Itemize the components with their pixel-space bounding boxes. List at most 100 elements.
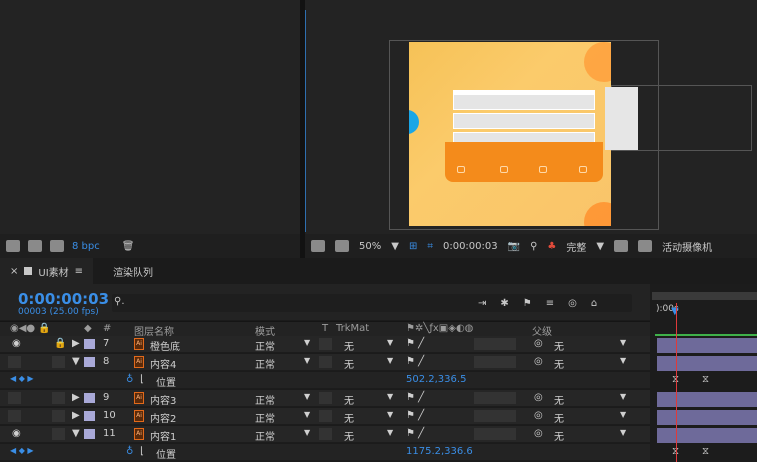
interpret-footage-icon[interactable] — [6, 240, 20, 252]
layer-name[interactable]: 内容1 — [150, 428, 176, 443]
pickwhip-icon[interactable]: ◎ — [534, 410, 543, 421]
parent-select[interactable]: 无 — [554, 392, 564, 407]
chevron-down-icon[interactable]: ▼ — [387, 356, 393, 365]
switch-cells[interactable] — [474, 356, 516, 368]
playhead-line[interactable] — [676, 303, 677, 462]
tab-ui-materials[interactable]: × UI素材 ≡ — [0, 258, 94, 284]
mode-select[interactable]: 正常 — [255, 338, 275, 353]
eye-icon[interactable]: ◉ — [12, 338, 21, 349]
bpc-label[interactable]: 8 bpc — [72, 241, 100, 252]
transparency-grid-icon[interactable] — [638, 240, 653, 252]
chevron-down-icon[interactable]: ▼ — [387, 428, 393, 437]
trkmat-select[interactable]: 无 — [344, 392, 354, 407]
layer-duration-bar[interactable] — [657, 392, 757, 407]
pickwhip-icon[interactable]: ◎ — [534, 428, 543, 439]
eye-icon[interactable] — [8, 410, 21, 422]
t-switch[interactable] — [319, 392, 332, 404]
chevron-down-icon[interactable]: ▼ — [620, 410, 626, 419]
pickwhip-icon[interactable]: ◎ — [534, 356, 543, 367]
eye-icon[interactable]: ◉ — [12, 428, 21, 439]
shy-icon[interactable]: ⚑ ╱ — [406, 338, 424, 349]
layer-name[interactable]: 内容3 — [150, 392, 176, 407]
chevron-down-icon[interactable]: ▼ — [304, 410, 310, 419]
lock-icon[interactable] — [52, 392, 65, 404]
layer-duration-bar[interactable] — [657, 410, 757, 425]
mode-select[interactable]: 正常 — [255, 392, 275, 407]
table-row[interactable]: ◉ 🔒 ▶ 7 Ai 橙色底 正常 ▼ 无 ▼ ⚑ ╱ ◎ 无 ▼ — [0, 336, 650, 353]
parent-select[interactable]: 无 — [554, 356, 564, 371]
table-row[interactable]: ▶ 10 Ai 内容2 正常 ▼ 无 ▼ ⚑ ╱ ◎ 无 ▼ — [0, 408, 650, 425]
zoom-dropdown[interactable]: 50% — [359, 241, 381, 252]
t-switch[interactable] — [319, 356, 332, 368]
expand-icon[interactable]: ▶ — [72, 392, 80, 403]
close-icon[interactable]: × — [10, 266, 18, 277]
table-row[interactable]: ◉ ▼ 11 Ai 内容1 正常 ▼ 无 ▼ ⚑ ╱ ◎ 无 ▼ — [0, 426, 650, 443]
trkmat-select[interactable]: 无 — [344, 356, 354, 371]
eye-icon[interactable] — [8, 392, 21, 404]
chevron-down-icon[interactable]: ▼ — [387, 410, 393, 419]
chevron-down-icon[interactable]: ▼ — [620, 392, 626, 401]
label-color[interactable] — [84, 339, 95, 349]
monitor-icon[interactable] — [335, 240, 349, 252]
chevron-down-icon[interactable]: ▼ — [304, 428, 310, 437]
tab-render-queue[interactable]: 渲染队列 — [93, 258, 163, 284]
t-switch[interactable] — [319, 410, 332, 422]
channel-icon[interactable]: ♣ — [547, 241, 556, 252]
property-row[interactable]: ◀ ◆ ▶ ♁ ⌊ 位置 1175.2,336.6 — [0, 444, 650, 461]
always-preview-icon[interactable] — [311, 240, 325, 252]
lock-icon[interactable] — [52, 356, 65, 368]
col-t[interactable]: T — [322, 323, 328, 334]
menu-icon[interactable]: ≡ — [75, 266, 83, 277]
pickwhip-icon[interactable]: ◎ — [534, 338, 543, 349]
eye-icon[interactable] — [8, 356, 21, 368]
camera-dropdown[interactable]: 活动摄像机 — [662, 239, 712, 254]
label-color[interactable] — [84, 429, 95, 439]
shy-icon[interactable]: ⚑ ╱ — [406, 428, 424, 439]
viewer-timecode[interactable]: 0:00:00:03 — [443, 241, 498, 252]
layer-duration-bar[interactable] — [657, 338, 757, 353]
lock-icon[interactable] — [52, 410, 65, 422]
layer-duration-bar[interactable] — [657, 428, 757, 443]
label-color[interactable] — [84, 393, 95, 403]
graph-icon[interactable]: ⌊ — [140, 446, 144, 457]
new-folder-icon[interactable] — [28, 240, 42, 252]
mask-icon[interactable]: ⌗ — [427, 241, 433, 252]
parent-select[interactable]: 无 — [554, 428, 564, 443]
mode-select[interactable]: 正常 — [255, 410, 275, 425]
snapshot-icon[interactable]: 📷 — [508, 241, 520, 252]
chevron-down-icon[interactable]: ▼ — [304, 392, 310, 401]
chevron-down-icon[interactable]: ▼ — [391, 241, 399, 252]
work-area-bar[interactable] — [652, 292, 757, 300]
current-time[interactable]: 0:00:00:03 — [18, 290, 109, 308]
switch-cells[interactable] — [474, 392, 516, 404]
chevron-down-icon[interactable]: ▼ — [387, 392, 393, 401]
chevron-down-icon[interactable]: ▼ — [620, 428, 626, 437]
expand-icon[interactable]: ▶ — [72, 338, 80, 349]
shy-icon[interactable]: ⚑ ╱ — [406, 356, 424, 367]
keyframe-nav-icon[interactable]: ◀ ◆ ▶ — [10, 374, 34, 383]
keyframe-icon[interactable]: ⧖ — [702, 446, 709, 457]
ui-card[interactable] — [445, 86, 603, 182]
stopwatch-icon[interactable]: ♁ — [126, 446, 133, 457]
timeline-switch-icons[interactable]: ⇥✱⚑≡◎⌂ — [478, 298, 611, 309]
chevron-down-icon[interactable]: ▼ — [387, 338, 393, 347]
show-snapshot-icon[interactable]: ⚲ — [530, 241, 537, 252]
mode-select[interactable]: 正常 — [255, 428, 275, 443]
lock-icon[interactable] — [52, 428, 65, 440]
chevron-down-icon[interactable]: ▼ — [620, 338, 626, 347]
keyframe-nav-icon[interactable]: ◀ ◆ ▶ — [10, 446, 34, 455]
expand-icon[interactable]: ▶ — [72, 410, 80, 421]
playhead-icon[interactable]: ▼ — [671, 306, 679, 317]
graph-icon[interactable]: ⌊ — [140, 374, 144, 385]
trkmat-select[interactable]: 无 — [344, 338, 354, 353]
resolution-dropdown[interactable]: 完整 — [566, 239, 586, 254]
expand-icon[interactable]: ▼ — [72, 428, 80, 439]
label-color[interactable] — [84, 411, 95, 421]
label-color[interactable] — [84, 357, 95, 367]
new-composition-icon[interactable] — [50, 240, 64, 252]
grid-icon[interactable]: ⊞ — [409, 241, 417, 252]
layer-name[interactable]: 内容4 — [150, 356, 176, 371]
shy-icon[interactable]: ⚑ ╱ — [406, 410, 424, 421]
parent-select[interactable]: 无 — [554, 410, 564, 425]
chevron-down-icon[interactable]: ▼ — [304, 338, 310, 347]
